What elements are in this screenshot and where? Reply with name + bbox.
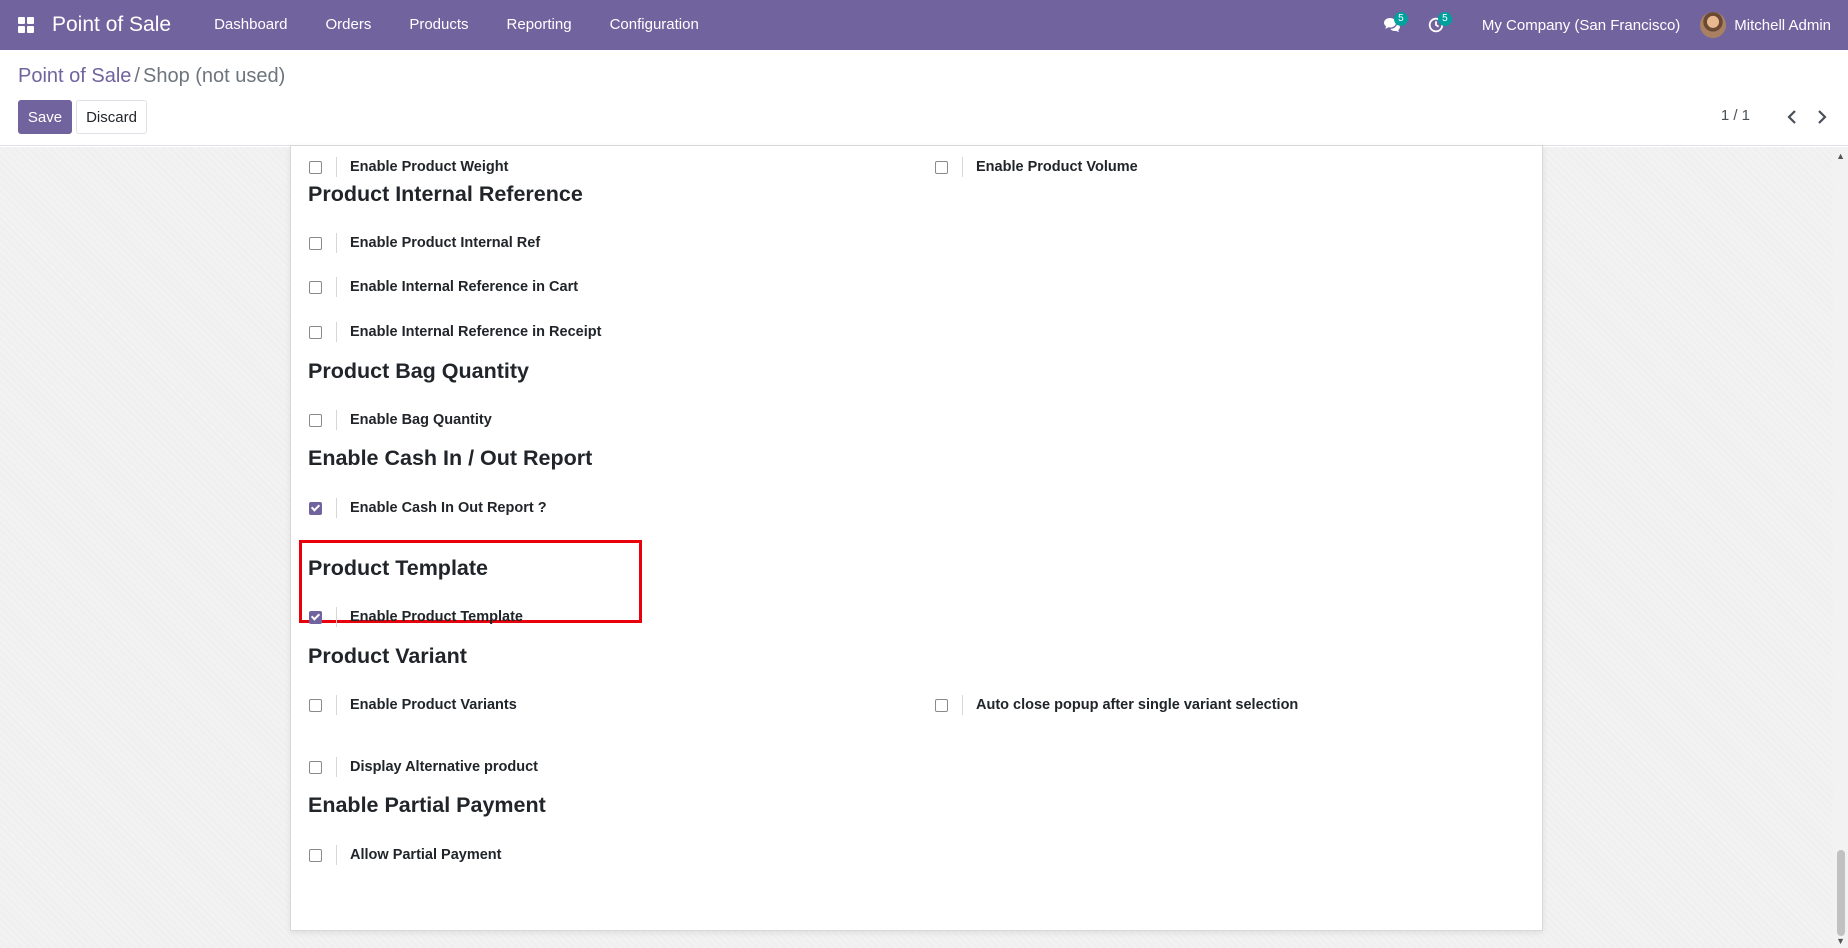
alternative-product-label: Display Alternative product <box>350 759 539 775</box>
activities-clock-icon[interactable]: 5 <box>1414 0 1458 50</box>
messages-icon[interactable]: 5 <box>1370 0 1414 50</box>
product-volume-label: Enable Product Volume <box>976 159 1138 175</box>
internal-ref-receipt-label: Enable Internal Reference in Receipt <box>350 324 602 340</box>
menu-dashboard[interactable]: Dashboard <box>195 0 306 50</box>
partial-payment-checkbox[interactable] <box>309 848 322 862</box>
product-volume-checkbox[interactable] <box>935 160 948 174</box>
cash-report-label: Enable Cash In Out Report ? <box>350 500 547 516</box>
heading-bag-quantity: Product Bag Quantity <box>308 359 529 383</box>
app-title[interactable]: Point of Sale <box>52 13 171 37</box>
product-weight-checkbox[interactable] <box>309 160 322 174</box>
setting-product-template: Enable Product Template <box>291 605 523 629</box>
setting-product-volume: Enable Product Volume <box>917 155 1138 179</box>
internal-ref-receipt-checkbox[interactable] <box>309 325 322 339</box>
chevron-right-icon[interactable] <box>1808 102 1836 132</box>
heading-internal-reference: Product Internal Reference <box>308 182 583 206</box>
product-template-label: Enable Product Template <box>350 609 523 625</box>
scroll-up-arrow-icon[interactable]: ▲ <box>1836 151 1845 161</box>
internal-ref-label: Enable Product Internal Ref <box>350 235 541 251</box>
pager-value[interactable]: 1 / 1 <box>1721 107 1750 124</box>
heading-cash-report: Enable Cash In / Out Report <box>308 446 593 470</box>
setting-internal-ref-receipt: Enable Internal Reference in Receipt <box>291 320 601 344</box>
discard-button[interactable]: Discard <box>76 100 147 134</box>
scrollbar-thumb[interactable] <box>1837 850 1845 936</box>
systray: 5 5 My Company (San Francisco) Mitchell … <box>1370 0 1848 50</box>
setting-partial-payment: Allow Partial Payment <box>291 843 502 867</box>
messages-badge: 5 <box>1393 12 1408 26</box>
menu-configuration[interactable]: Configuration <box>591 0 718 50</box>
cash-report-checkbox[interactable] <box>309 501 322 515</box>
company-switcher[interactable]: My Company (San Francisco) <box>1458 17 1700 34</box>
setting-internal-ref: Enable Product Internal Ref <box>291 231 540 255</box>
chevron-left-icon[interactable] <box>1778 102 1806 132</box>
internal-ref-cart-checkbox[interactable] <box>309 280 322 294</box>
heading-product-variant: Product Variant <box>308 644 467 668</box>
activities-badge: 5 <box>1437 12 1452 26</box>
scroll-down-arrow-icon[interactable]: ▼ <box>1836 936 1845 946</box>
bag-quantity-checkbox[interactable] <box>309 413 322 427</box>
apps-menu-icon[interactable] <box>0 0 52 50</box>
main-menu: Dashboard Orders Products Reporting Conf… <box>195 0 718 50</box>
product-variants-label: Enable Product Variants <box>350 697 517 713</box>
control-panel: Point of Sale / Shop (not used) Save Disca… <box>0 50 1848 146</box>
heading-partial-payment: Enable Partial Payment <box>308 793 546 817</box>
breadcrumb: Point of Sale / Shop (not used) <box>18 65 285 88</box>
auto-close-popup-label: Auto close popup after single variant se… <box>976 697 1299 713</box>
user-name: Mitchell Admin <box>1734 16 1831 34</box>
setting-internal-ref-cart: Enable Internal Reference in Cart <box>291 275 578 299</box>
menu-reporting[interactable]: Reporting <box>488 0 591 50</box>
avatar <box>1700 12 1727 38</box>
menu-products[interactable]: Products <box>390 0 487 50</box>
bag-quantity-label: Enable Bag Quantity <box>350 412 492 428</box>
internal-ref-checkbox[interactable] <box>309 236 322 250</box>
breadcrumb-separator: / <box>134 65 140 87</box>
breadcrumb-parent[interactable]: Point of Sale <box>18 65 131 87</box>
product-weight-label: Enable Product Weight <box>350 159 509 175</box>
form-content-area: Enable Product Weight Enable Product Vol… <box>0 145 1848 948</box>
top-navbar: Point of Sale Dashboard Orders Products … <box>0 0 1848 50</box>
save-button[interactable]: Save <box>18 100 72 134</box>
setting-bag-quantity: Enable Bag Quantity <box>291 408 492 432</box>
user-menu[interactable]: Mitchell Admin <box>1700 12 1848 38</box>
product-variants-checkbox[interactable] <box>309 698 322 712</box>
internal-ref-cart-label: Enable Internal Reference in Cart <box>350 279 579 295</box>
setting-cash-report: Enable Cash In Out Report ? <box>291 496 547 520</box>
form-sheet: Enable Product Weight Enable Product Vol… <box>290 145 1543 931</box>
auto-close-popup-checkbox[interactable] <box>935 698 948 712</box>
product-template-checkbox[interactable] <box>309 610 322 624</box>
setting-product-weight: Enable Product Weight <box>291 155 508 179</box>
partial-payment-label: Allow Partial Payment <box>350 847 502 863</box>
setting-auto-close-popup: Auto close popup after single variant se… <box>917 693 1298 717</box>
breadcrumb-current: Shop (not used) <box>142 65 286 87</box>
menu-orders[interactable]: Orders <box>306 0 390 50</box>
vertical-scrollbar[interactable]: ▲ ▼ <box>1833 147 1848 948</box>
setting-product-variants: Enable Product Variants <box>291 693 517 717</box>
heading-product-template: Product Template <box>308 556 488 580</box>
alternative-product-checkbox[interactable] <box>309 760 322 774</box>
setting-alternative-product: Display Alternative product <box>291 755 538 779</box>
